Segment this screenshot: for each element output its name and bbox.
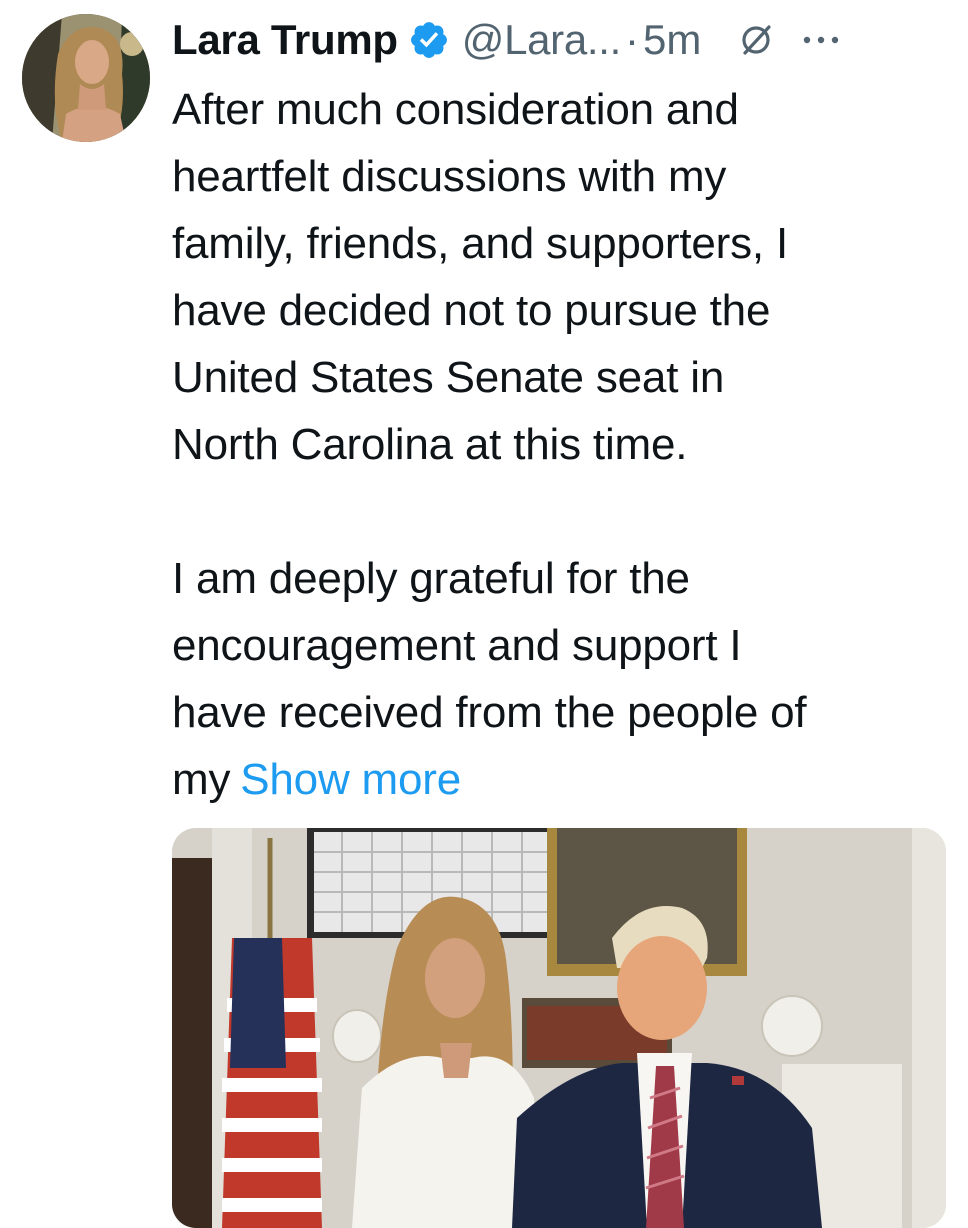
text-line: I am deeply grateful for the [172, 554, 690, 603]
author-handle[interactable]: @Lara... [462, 16, 622, 64]
text-line: United States Senate seat in [172, 353, 725, 402]
text-line: North Carolina at this time. [172, 420, 688, 469]
tweet-paragraph-1: After much consideration and heartfelt d… [172, 76, 942, 478]
text-line: encouragement and support I [172, 621, 742, 670]
author-avatar[interactable] [22, 14, 150, 142]
grok-icon[interactable] [739, 23, 773, 57]
tweet-paragraph-2: I am deeply grateful for the encourageme… [172, 545, 942, 813]
text-line: After much consideration and [172, 85, 739, 134]
text-line: heartfelt discussions with my [172, 152, 727, 201]
show-more-link[interactable]: Show more [240, 755, 461, 804]
author-display-name[interactable]: Lara Trump [172, 16, 398, 64]
text-line-last: my Show more [172, 746, 942, 813]
avatar-image [22, 14, 150, 142]
tweet-header: Lara Trump @Lara... · 5m [172, 10, 948, 70]
more-options-icon[interactable] [801, 23, 841, 57]
text-line: have received from the people of [172, 688, 807, 737]
text-line: family, friends, and supporters, I [172, 219, 788, 268]
tweet[interactable]: Lara Trump @Lara... · 5m After much cons… [0, 0, 968, 1228]
tweet-timestamp[interactable]: 5m [643, 16, 701, 64]
paragraph-break [172, 478, 942, 545]
text-line-fragment: my [172, 755, 231, 804]
photo-image [172, 828, 946, 1228]
tweet-text: After much consideration and heartfelt d… [172, 76, 942, 813]
tweet-media-photo[interactable] [172, 828, 946, 1228]
verified-badge-icon[interactable] [408, 19, 450, 61]
separator-dot: · [625, 16, 640, 63]
text-line: have decided not to pursue the [172, 286, 771, 335]
